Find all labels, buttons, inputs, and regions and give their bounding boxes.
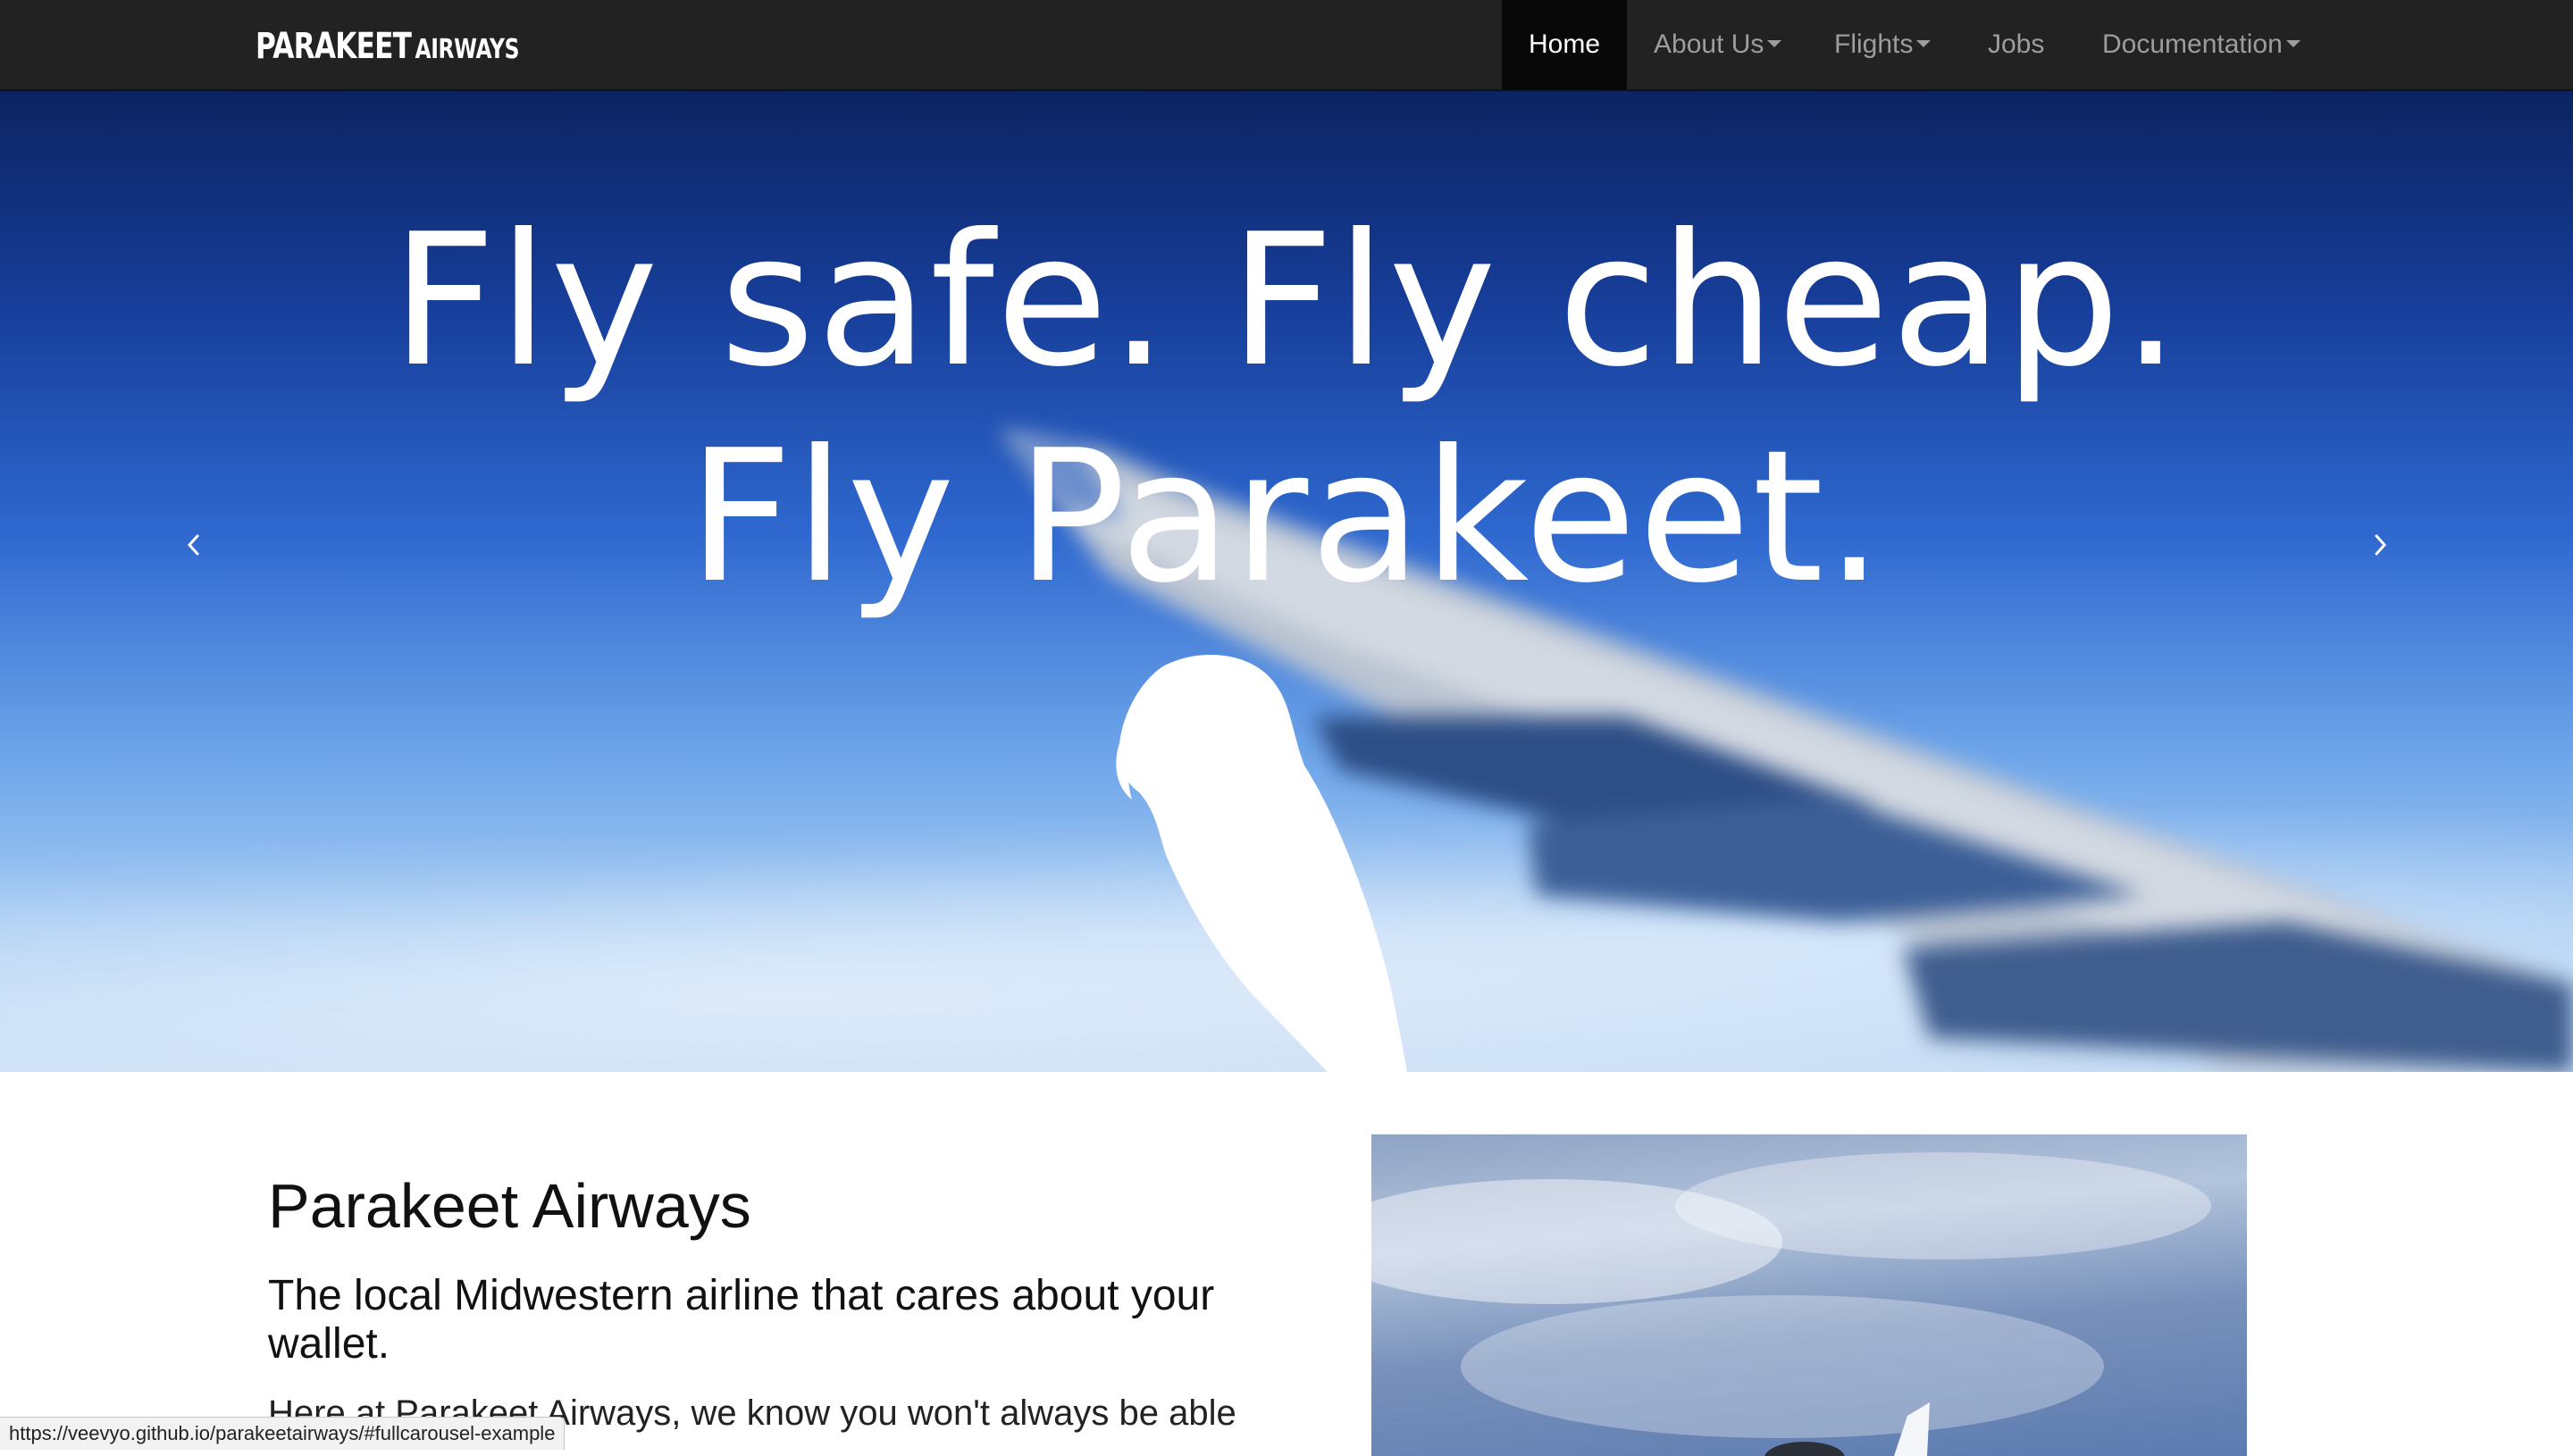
nav-item-documentation-label: Documentation	[2102, 29, 2283, 59]
brand-main: PARAKEET	[256, 26, 412, 67]
sky-clouds-image	[1371, 1152, 2211, 1456]
parakeet-silhouette-icon	[1116, 655, 1407, 1072]
airplane-photo	[1371, 1134, 2247, 1456]
brand-sub: AIRWAYS	[415, 34, 520, 65]
chevron-right-icon	[2375, 534, 2387, 556]
carousel-prev-button[interactable]	[167, 518, 221, 572]
nav-item-flights[interactable]: Flights	[1834, 0, 1932, 89]
hero-headline-line2: Fly Parakeet.	[687, 412, 1886, 623]
navbar: PARAKEET AIRWAYS Home About Us Flights J…	[0, 0, 2573, 91]
nav-item-about-us[interactable]: About Us	[1654, 0, 1782, 89]
intro-section: Parakeet Airways The local Midwestern ai…	[0, 1072, 2573, 1456]
hero-carousel: Fly safe. Fly cheap. Fly Parakeet.	[0, 91, 2573, 1072]
tagline: The local Midwestern airline that cares …	[268, 1272, 1215, 1368]
page-title: Parakeet Airways	[268, 1171, 751, 1241]
caret-down-icon	[1767, 40, 1782, 48]
carousel-next-button[interactable]	[2353, 518, 2407, 572]
nav-item-jobs[interactable]: Jobs	[1988, 0, 2044, 89]
nav-item-documentation[interactable]: Documentation	[2102, 0, 2301, 89]
chevron-left-icon	[187, 534, 199, 556]
brand-logo[interactable]: PARAKEET AIRWAYS	[256, 27, 519, 66]
hero-headline-line1: Fly safe. Fly cheap.	[391, 196, 2182, 407]
caret-down-icon	[1916, 40, 1932, 48]
nav-item-about-us-label: About Us	[1654, 29, 1764, 59]
nav-item-jobs-label: Jobs	[1988, 29, 2045, 59]
nav-item-home-label: Home	[1528, 29, 1601, 59]
nav-item-flights-label: Flights	[1834, 29, 1914, 59]
browser-status-url: https://veevyo.github.io/parakeetairways…	[0, 1417, 566, 1450]
caret-down-icon	[2285, 40, 2301, 48]
nav-item-home[interactable]: Home	[1502, 0, 1627, 89]
